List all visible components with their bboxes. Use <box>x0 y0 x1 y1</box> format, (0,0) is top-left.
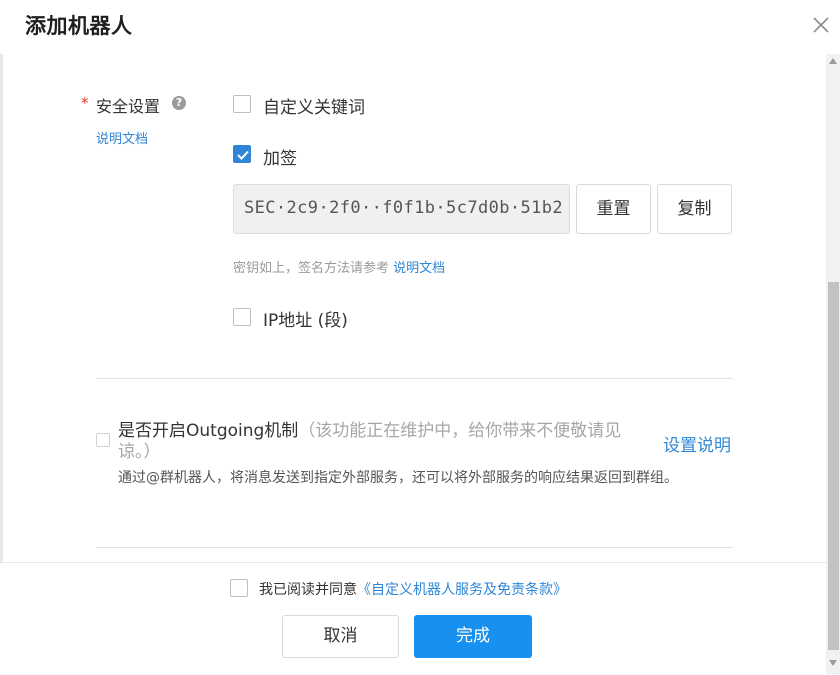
outgoing-title-text: 是否开启Outgoing机制 <box>118 421 299 441</box>
scroll-up-icon[interactable] <box>829 58 837 64</box>
scrollbar-thumb[interactable] <box>828 282 839 650</box>
dialog-title: 添加机器人 <box>25 14 133 38</box>
check-icon <box>237 150 249 160</box>
copy-button[interactable]: 复制 <box>657 184 732 234</box>
cancel-button[interactable]: 取消 <box>282 615 399 658</box>
scroll-down-icon[interactable] <box>829 660 837 666</box>
outgoing-description: 通过@群机器人，将消息发送到指定外部服务，还可以将外部服务的响应结果返回到群组。 <box>118 470 678 486</box>
security-settings-label: 安全设置 <box>96 97 161 116</box>
sign-label: 加签 <box>263 149 297 169</box>
body-left-edge <box>0 54 3 562</box>
secret-hint-text: 密钥如上，签名方法请参考 <box>233 261 394 276</box>
confirm-button[interactable]: 完成 <box>414 615 532 658</box>
agreement-text: 我已阅读并同意《自定义机器人服务及免责条款》 <box>259 579 567 599</box>
outgoing-title: 是否开启Outgoing机制（该功能正在维护中，给你带来不便敬请见谅。） <box>118 421 648 463</box>
sign-checkbox[interactable] <box>233 145 251 163</box>
section-divider-bottom <box>96 547 733 548</box>
ip-address-checkbox[interactable] <box>233 308 251 326</box>
section-divider <box>96 378 733 379</box>
ip-address-label: IP地址 (段) <box>263 311 348 331</box>
outgoing-checkbox[interactable] <box>96 433 110 447</box>
secret-hint: 密钥如上，签名方法请参考 说明文档 <box>233 257 445 276</box>
agree-checkbox[interactable] <box>230 579 248 597</box>
secret-value: SEC·2c9·2f0··f0f1b·5c7d0b·51b2 <box>244 198 564 218</box>
custom-keywords-label: 自定义关键词 <box>263 98 365 118</box>
agreement-label: 我已阅读并同意 <box>259 582 357 598</box>
agreement-terms-link[interactable]: 《自定义机器人服务及免责条款》 <box>357 582 567 598</box>
close-icon[interactable] <box>810 14 832 36</box>
custom-keywords-checkbox[interactable] <box>233 95 251 113</box>
security-doc-link[interactable]: 说明文档 <box>96 128 148 147</box>
required-mark: * <box>81 94 89 112</box>
reset-button[interactable]: 重置 <box>576 184 651 234</box>
help-icon[interactable]: ? <box>172 96 186 110</box>
secret-hint-doc-link[interactable]: 说明文档 <box>393 261 445 276</box>
outgoing-settings-link[interactable]: 设置说明 <box>663 431 731 456</box>
